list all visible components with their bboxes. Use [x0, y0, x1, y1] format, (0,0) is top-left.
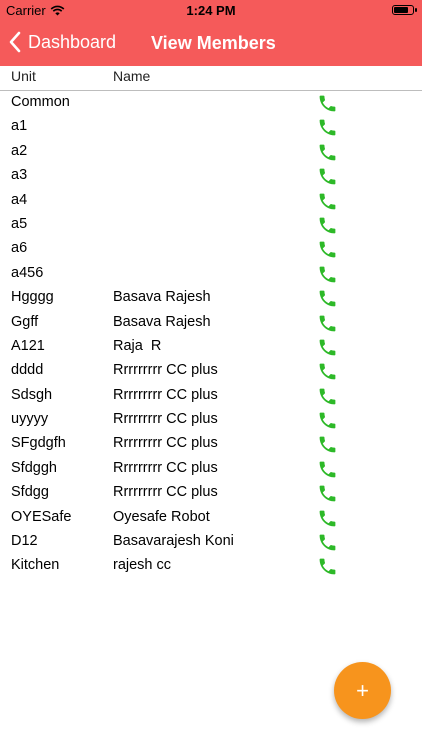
table-row[interactable]: a3	[0, 163, 422, 187]
phone-icon[interactable]	[317, 556, 338, 577]
back-label: Dashboard	[28, 31, 117, 52]
name-cell: Basavarajesh Koni	[113, 533, 234, 550]
phone-icon[interactable]	[317, 264, 338, 285]
unit-cell: dddd	[11, 362, 44, 379]
unit-cell: a4	[11, 191, 28, 208]
table-row[interactable]: Sfdgg Rrrrrrrrr CC plus	[0, 480, 422, 504]
nav-bar: Dashboard View Members	[0, 22, 422, 66]
table-row[interactable]: a4	[0, 188, 422, 212]
header-name: Name	[113, 68, 151, 84]
phone-icon[interactable]	[317, 532, 338, 553]
unit-cell: a6	[11, 240, 28, 257]
phone-icon[interactable]	[317, 215, 338, 236]
name-cell: Oyesafe Robot	[113, 508, 210, 525]
name-cell: Raja R	[113, 337, 162, 354]
table-row[interactable]: uyyyy Rrrrrrrrr CC plus	[0, 407, 422, 431]
name-cell: Rrrrrrrrr CC plus	[113, 435, 218, 452]
table-row[interactable]: Sdsgh Rrrrrrrrr CC plus	[0, 383, 422, 407]
table-row[interactable]: a6	[0, 236, 422, 260]
table-row[interactable]: Sfdggh Rrrrrrrrr CC plus	[0, 456, 422, 480]
chevron-left-icon	[9, 31, 21, 53]
phone-icon[interactable]	[317, 142, 338, 163]
phone-icon[interactable]	[317, 410, 338, 431]
unit-cell: Ggff	[11, 313, 39, 330]
unit-cell: a5	[11, 215, 28, 232]
unit-cell: a2	[11, 142, 28, 159]
phone-icon[interactable]	[317, 361, 338, 382]
phone-icon[interactable]	[317, 288, 338, 309]
table-row[interactable]: Common	[0, 90, 422, 114]
unit-cell: a1	[11, 118, 28, 135]
phone-icon[interactable]	[317, 93, 338, 114]
table-row[interactable]: Hgggg Basava Rajesh	[0, 285, 422, 309]
table-row[interactable]: a456	[0, 261, 422, 285]
phone-icon[interactable]	[317, 459, 338, 480]
unit-cell: Sdsgh	[11, 386, 53, 403]
unit-cell: Hgggg	[11, 289, 54, 306]
phone-icon[interactable]	[317, 313, 338, 334]
unit-cell: A121	[11, 337, 45, 354]
status-bar: Carrier 1:24 PM	[0, 0, 422, 22]
table-row[interactable]: a1	[0, 114, 422, 138]
table-header: Unit Name	[0, 66, 422, 91]
name-cell: Rrrrrrrrr CC plus	[113, 484, 218, 501]
name-cell: rajesh cc	[113, 557, 172, 574]
page-title: View Members	[151, 33, 276, 53]
name-cell: Rrrrrrrrr CC plus	[113, 386, 218, 403]
unit-cell: uyyyy	[11, 411, 49, 428]
unit-cell: Sfdggh	[11, 459, 57, 476]
unit-cell: a456	[11, 264, 44, 281]
table-row[interactable]: dddd Rrrrrrrrr CC plus	[0, 358, 422, 382]
phone-icon[interactable]	[317, 386, 338, 407]
unit-cell: Kitchen	[11, 557, 60, 574]
table-row[interactable]: Kitchen rajesh cc	[0, 553, 422, 577]
phone-icon[interactable]	[317, 166, 338, 187]
table-row[interactable]: Ggff Basava Rajesh	[0, 310, 422, 334]
table-row[interactable]: a5	[0, 212, 422, 236]
unit-cell: SFgdgfh	[11, 435, 66, 452]
name-cell: Rrrrrrrrr CC plus	[113, 459, 218, 476]
back-button[interactable]: Dashboard	[8, 31, 116, 53]
phone-icon[interactable]	[317, 508, 338, 529]
unit-cell: Common	[11, 94, 70, 110]
status-time: 1:24 PM	[186, 3, 236, 18]
member-list: Common a1 a2 a3 a4 a5 a6 a456 Hgggg Basava Rajesh…	[0, 90, 422, 578]
table-row[interactable]: OYESafe Oyesafe Robot	[0, 505, 422, 529]
table-row[interactable]: D12 Basavarajesh Koni	[0, 529, 422, 553]
header-unit: Unit	[11, 68, 36, 84]
add-member-button[interactable]: +	[334, 662, 391, 719]
name-cell: Basava Rajesh	[113, 313, 211, 330]
name-cell: Rrrrrrrrr CC plus	[113, 362, 218, 379]
phone-icon[interactable]	[317, 483, 338, 504]
unit-cell: OYESafe	[11, 508, 72, 525]
name-cell: Rrrrrrrrr CC plus	[113, 411, 218, 428]
phone-icon[interactable]	[317, 191, 338, 212]
table-row[interactable]: SFgdgfh Rrrrrrrrr CC plus	[0, 431, 422, 455]
phone-icon[interactable]	[317, 434, 338, 455]
phone-icon[interactable]	[317, 337, 338, 358]
name-cell: Basava Rajesh	[113, 289, 211, 306]
unit-cell: a3	[11, 167, 28, 184]
unit-cell: Sfdgg	[11, 484, 49, 501]
phone-icon[interactable]	[317, 239, 338, 260]
table-row[interactable]: a2	[0, 139, 422, 163]
phone-icon[interactable]	[317, 117, 338, 138]
table-row[interactable]: A121 Raja R	[0, 334, 422, 358]
battery-icon	[392, 5, 417, 15]
unit-cell: D12	[11, 533, 38, 550]
